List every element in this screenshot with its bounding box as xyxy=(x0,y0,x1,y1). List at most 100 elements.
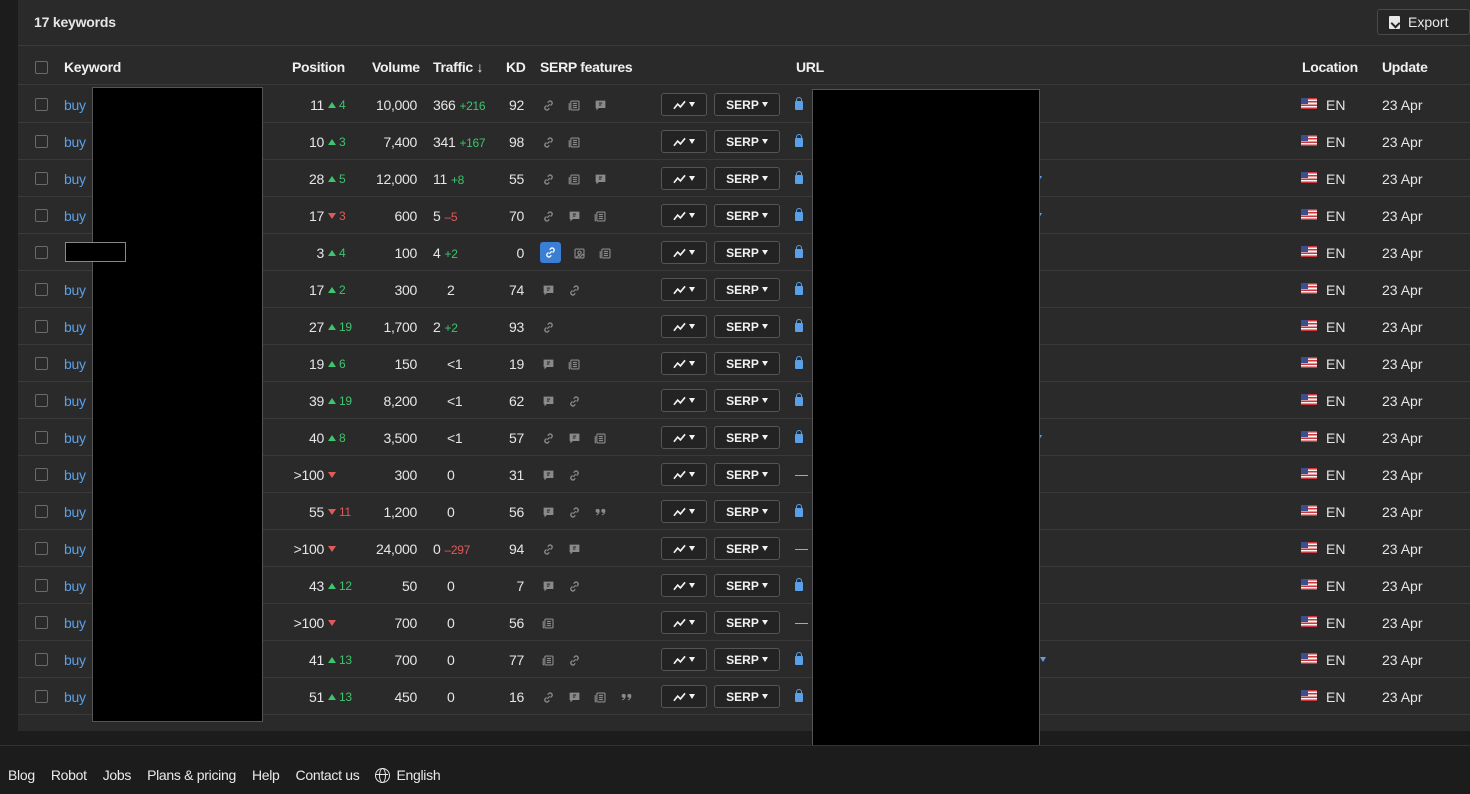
keyword-link[interactable]: buy xyxy=(64,171,86,187)
link-icon[interactable] xyxy=(566,282,582,298)
language-selector[interactable]: English xyxy=(375,767,441,783)
footer-link[interactable]: Help xyxy=(252,767,280,783)
keyword-link[interactable]: buy xyxy=(64,208,86,224)
row-checkbox[interactable] xyxy=(35,98,48,111)
row-checkbox[interactable] xyxy=(35,209,48,222)
keyword-link[interactable]: buy xyxy=(64,282,86,298)
keyword-link[interactable]: buy xyxy=(64,578,86,594)
url-cell[interactable]: — xyxy=(795,541,808,556)
url-expand-icon[interactable] xyxy=(1040,657,1046,662)
serp-button[interactable]: SERP xyxy=(714,500,780,523)
serp-button[interactable]: SERP xyxy=(714,93,780,116)
serp-button[interactable]: SERP xyxy=(714,389,780,412)
row-checkbox[interactable] xyxy=(35,431,48,444)
col-volume[interactable]: Volume xyxy=(372,59,420,75)
news-icon[interactable] xyxy=(566,134,582,150)
row-checkbox[interactable] xyxy=(35,172,48,185)
url-cell[interactable] xyxy=(795,319,803,334)
row-checkbox[interactable] xyxy=(35,468,48,481)
review-icon[interactable] xyxy=(592,171,608,187)
trend-chart-button[interactable] xyxy=(661,93,707,116)
row-checkbox[interactable] xyxy=(35,505,48,518)
serp-button[interactable]: SERP xyxy=(714,241,780,264)
row-checkbox[interactable] xyxy=(35,394,48,407)
serp-button[interactable]: SERP xyxy=(714,352,780,375)
col-kd[interactable]: KD xyxy=(506,59,526,75)
link-icon[interactable] xyxy=(566,467,582,483)
url-cell[interactable]: — xyxy=(795,467,808,482)
trend-chart-button[interactable] xyxy=(661,500,707,523)
row-checkbox[interactable] xyxy=(35,542,48,555)
col-update[interactable]: Update xyxy=(1382,59,1428,75)
url-cell[interactable] xyxy=(795,504,803,519)
keyword-link[interactable]: buy xyxy=(64,689,86,705)
link-icon[interactable] xyxy=(566,504,582,520)
news-icon[interactable] xyxy=(540,615,556,631)
serp-button[interactable]: SERP xyxy=(714,426,780,449)
link-icon[interactable] xyxy=(540,242,561,263)
keyword-link[interactable]: buy xyxy=(64,430,86,446)
keyword-link[interactable]: buy xyxy=(64,356,86,372)
keyword-link[interactable]: buy xyxy=(64,504,86,520)
news-icon[interactable] xyxy=(592,430,608,446)
serp-button[interactable]: SERP xyxy=(714,685,780,708)
link-icon[interactable] xyxy=(540,134,556,150)
news-icon[interactable] xyxy=(592,208,608,224)
trend-chart-button[interactable] xyxy=(661,278,707,301)
serp-button[interactable]: SERP xyxy=(714,204,780,227)
keyword-link[interactable]: buy xyxy=(64,467,86,483)
quote-icon[interactable] xyxy=(618,689,634,705)
link-icon[interactable] xyxy=(540,319,556,335)
footer-link[interactable]: Plans & pricing xyxy=(147,767,236,783)
trend-chart-button[interactable] xyxy=(661,426,707,449)
serp-button[interactable]: SERP xyxy=(714,130,780,153)
quote-icon[interactable] xyxy=(592,504,608,520)
url-cell[interactable] xyxy=(795,430,803,445)
serp-button[interactable]: SERP xyxy=(714,463,780,486)
review-icon[interactable] xyxy=(566,689,582,705)
news-icon[interactable] xyxy=(540,652,556,668)
url-cell[interactable] xyxy=(795,578,803,593)
review-icon[interactable] xyxy=(540,393,556,409)
url-cell[interactable] xyxy=(795,97,803,112)
footer-link[interactable]: Robot xyxy=(51,767,87,783)
review-icon[interactable] xyxy=(540,467,556,483)
news-icon[interactable] xyxy=(566,356,582,372)
keyword-link[interactable]: buy xyxy=(64,134,86,150)
url-cell[interactable]: — xyxy=(795,615,808,630)
image-icon[interactable] xyxy=(571,245,587,261)
review-icon[interactable] xyxy=(540,504,556,520)
link-icon[interactable] xyxy=(540,689,556,705)
trend-chart-button[interactable] xyxy=(661,167,707,190)
news-icon[interactable] xyxy=(597,245,613,261)
review-icon[interactable] xyxy=(566,430,582,446)
url-cell[interactable] xyxy=(795,245,803,260)
serp-button[interactable]: SERP xyxy=(714,167,780,190)
keyword-link[interactable]: buy xyxy=(64,541,86,557)
select-all-checkbox[interactable] xyxy=(35,61,48,74)
row-checkbox[interactable] xyxy=(35,320,48,333)
url-cell[interactable] xyxy=(795,356,803,371)
url-cell[interactable] xyxy=(795,282,803,297)
review-icon[interactable] xyxy=(566,208,582,224)
serp-button[interactable]: SERP xyxy=(714,648,780,671)
row-checkbox[interactable] xyxy=(35,283,48,296)
row-checkbox[interactable] xyxy=(35,690,48,703)
review-icon[interactable] xyxy=(566,541,582,557)
footer-link[interactable]: Contact us xyxy=(296,767,360,783)
row-checkbox[interactable] xyxy=(35,357,48,370)
footer-link[interactable]: Jobs xyxy=(103,767,132,783)
serp-button[interactable]: SERP xyxy=(714,278,780,301)
row-checkbox[interactable] xyxy=(35,616,48,629)
trend-chart-button[interactable] xyxy=(661,463,707,486)
row-checkbox[interactable] xyxy=(35,653,48,666)
review-icon[interactable] xyxy=(540,282,556,298)
serp-button[interactable]: SERP xyxy=(714,574,780,597)
news-icon[interactable] xyxy=(592,689,608,705)
keyword-link[interactable]: buy xyxy=(64,652,86,668)
footer-link[interactable]: Blog xyxy=(8,767,35,783)
col-keyword[interactable]: Keyword xyxy=(64,59,121,75)
link-icon[interactable] xyxy=(540,97,556,113)
trend-chart-button[interactable] xyxy=(661,389,707,412)
row-checkbox[interactable] xyxy=(35,579,48,592)
